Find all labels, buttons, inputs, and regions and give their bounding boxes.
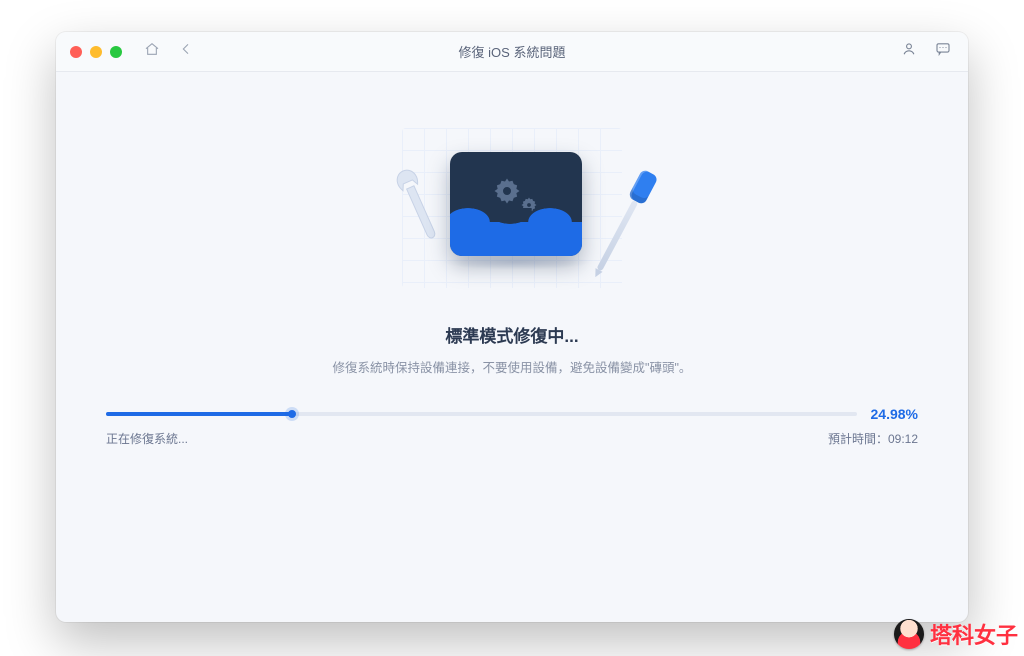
home-icon[interactable]	[144, 41, 160, 62]
window-controls	[56, 46, 122, 58]
progress-percent: 24.98%	[871, 406, 918, 422]
progress-status-text: 正在修復系統...	[106, 430, 188, 447]
close-window-button[interactable]	[70, 46, 82, 58]
minimize-window-button[interactable]	[90, 46, 102, 58]
app-window: 修復 iOS 系統問題	[56, 32, 968, 622]
status-subtext: 修復系統時保持設備連接，不要使用設備，避免設備變成"磚頭"。	[333, 357, 692, 376]
progress-bar-fill	[106, 412, 293, 416]
watermark-text: 塔科女子	[930, 618, 1018, 650]
shadow-decoration	[442, 254, 592, 270]
eta-value: 09:12	[888, 432, 918, 446]
wave-decoration	[450, 222, 582, 256]
back-icon[interactable]	[178, 41, 194, 62]
zoom-window-button[interactable]	[110, 46, 122, 58]
progress-eta: 預計時間：09:12	[828, 430, 918, 447]
status-heading: 標準模式修復中...	[445, 322, 578, 347]
account-icon[interactable]	[900, 40, 918, 63]
screwdriver-icon	[587, 169, 658, 282]
watermark-avatar-icon	[894, 619, 924, 649]
eta-label: 預計時間：	[828, 432, 888, 446]
progress-section: 24.98% 正在修復系統... 預計時間：09:12	[106, 406, 918, 447]
feedback-icon[interactable]	[934, 40, 952, 63]
repair-illustration	[402, 128, 622, 288]
progress-bar	[106, 412, 857, 416]
gear-icon	[492, 176, 522, 206]
wrench-icon	[375, 145, 460, 260]
device-icon	[450, 152, 582, 256]
watermark: 塔科女子	[894, 618, 1018, 650]
main-content: 標準模式修復中... 修復系統時保持設備連接，不要使用設備，避免設備變成"磚頭"…	[56, 72, 968, 622]
titlebar: 修復 iOS 系統問題	[56, 32, 968, 72]
